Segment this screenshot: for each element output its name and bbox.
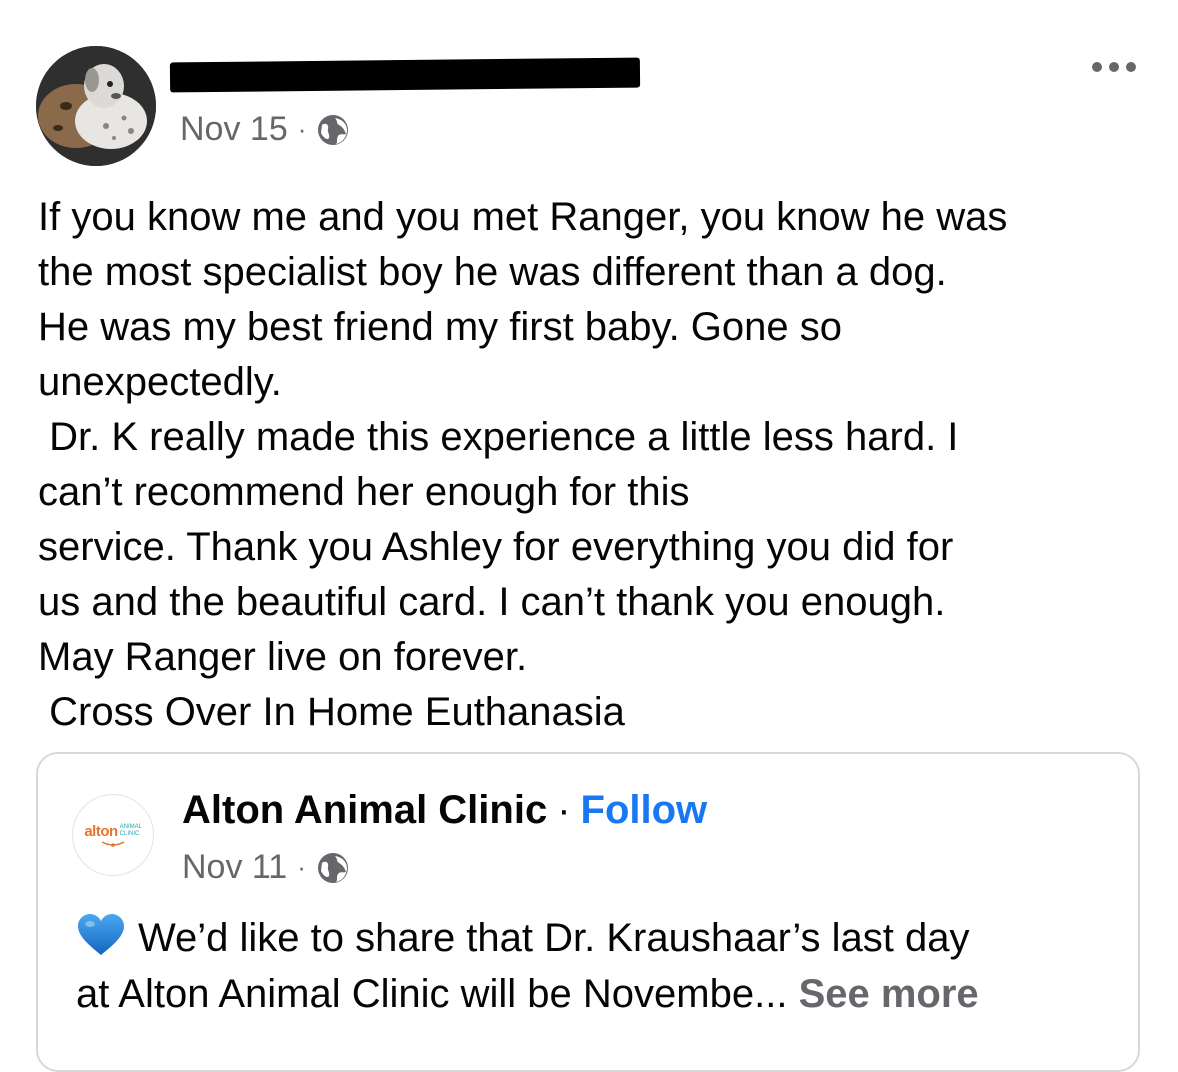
- post-date[interactable]: Nov 15: [180, 110, 288, 149]
- meta-dot: ·: [297, 852, 306, 882]
- shared-text-line: at Alton Animal Clinic will be Novembe..…: [76, 972, 788, 1016]
- shared-post-date[interactable]: Nov 11: [182, 848, 287, 887]
- post-line: He was my best friend my first baby. Gon…: [38, 305, 843, 349]
- post-line: us and the beautiful card. I can’t thank…: [38, 580, 946, 624]
- redacted-author-name: [169, 57, 641, 93]
- logo-mark-icon: [101, 840, 125, 847]
- post-line: If you know me and you met Ranger, you k…: [38, 195, 1008, 239]
- page-name[interactable]: Alton Animal Clinic: [182, 788, 547, 833]
- globe-icon: [317, 852, 348, 883]
- logo-text: alton: [84, 822, 118, 840]
- post-line: Cross Over In Home Euthanasia: [38, 690, 625, 734]
- more-horizontal-icon: [1092, 62, 1102, 72]
- post-line: Dr. K really made this experience a litt…: [38, 415, 959, 459]
- blue-heart-icon: [78, 914, 124, 955]
- shared-post-meta: Nov 11 ·: [182, 848, 350, 887]
- clinic-avatar[interactable]: alton ANIMAL CLINIC: [72, 794, 154, 876]
- logo-subtext: ANIMAL CLINIC: [119, 824, 142, 837]
- more-options-button[interactable]: [1092, 62, 1136, 72]
- globe-icon: [318, 114, 349, 145]
- post-line: can’t recommend her enough for this: [38, 470, 690, 514]
- post-body: If you know me and you met Ranger, you k…: [38, 190, 1142, 740]
- separator: ·: [557, 788, 571, 832]
- shared-text-line: We’d like to share that Dr. Kraushaar’s …: [138, 916, 970, 960]
- author-avatar[interactable]: [36, 46, 156, 166]
- shared-post-header: Alton Animal Clinic · Follow: [182, 788, 707, 833]
- post-line: unexpectedly.: [38, 360, 282, 404]
- post-line: May Ranger live on forever.: [38, 635, 528, 679]
- post-line: the most specialist boy he was different…: [38, 250, 947, 294]
- post-line: service. Thank you Ashley for everything…: [38, 525, 954, 569]
- shared-post-card[interactable]: alton ANIMAL CLINIC Alton Animal Clinic …: [36, 752, 1140, 1072]
- shared-post-body: We’d like to share that Dr. Kraushaar’s …: [76, 910, 1108, 1022]
- dog-photo: [36, 46, 156, 166]
- post-meta: Nov 15 ·: [180, 110, 350, 149]
- see-more-link[interactable]: See more: [799, 972, 979, 1016]
- follow-button[interactable]: Follow: [581, 788, 708, 833]
- meta-dot: ·: [297, 114, 307, 144]
